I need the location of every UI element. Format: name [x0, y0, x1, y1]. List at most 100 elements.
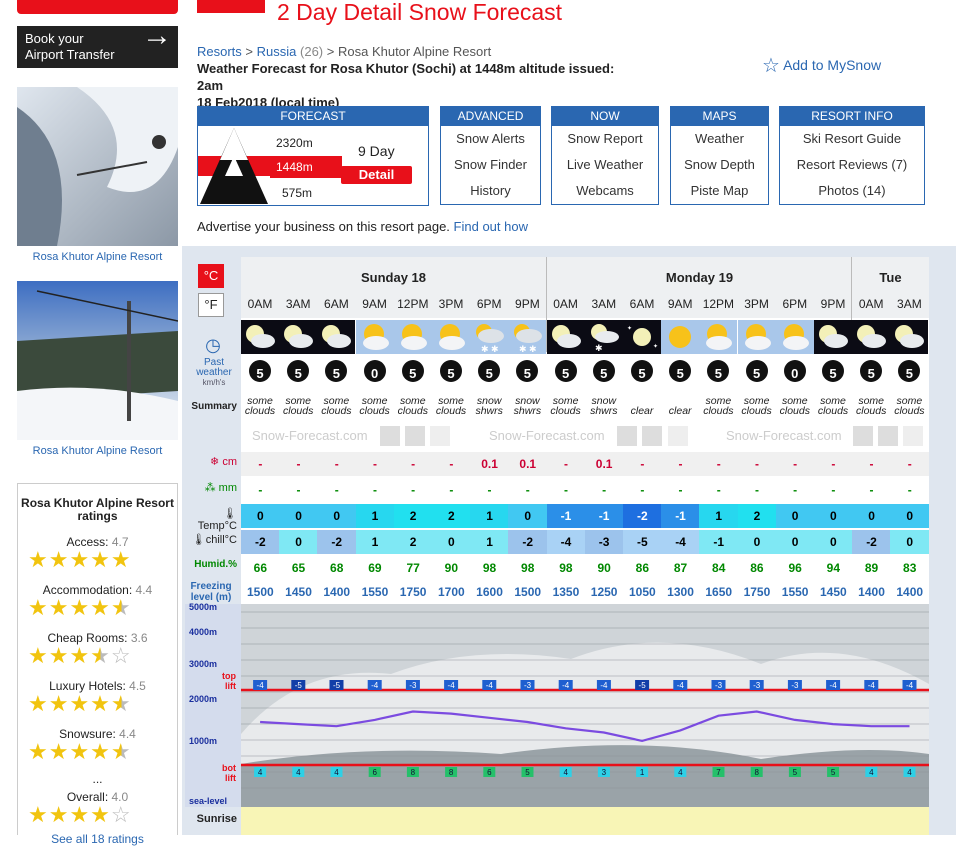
weather-moon-cloud-icon: [546, 320, 585, 354]
freezing-value: 1500: [508, 580, 548, 604]
share-icon[interactable]: [405, 426, 425, 446]
share-icon[interactable]: [380, 426, 400, 446]
time-label: 0AM: [858, 297, 884, 311]
resort-photo-chairlift[interactable]: [17, 281, 178, 440]
time-label: 9PM: [515, 297, 540, 311]
forecast-menu: FORECAST 2320m 1448m 575m 9 Day Detail: [197, 106, 429, 206]
breadcrumb: Resorts > Russia (26) > Rosa Khutor Alpi…: [197, 44, 491, 59]
find-out-how-link[interactable]: Find out how: [454, 219, 528, 234]
advanced-menu-header: ADVANCED: [441, 107, 540, 126]
snow-value: -: [355, 452, 395, 476]
menu-item-resort-reviews-7[interactable]: Resort Reviews (7): [780, 152, 924, 178]
resort-photo-skier[interactable]: [17, 87, 178, 246]
thermometer-icon: 🌡: [191, 534, 206, 546]
wind-arrow-icon: 0: [776, 360, 814, 386]
rating-stars: ★★★★★: [28, 547, 132, 572]
menu-item-history[interactable]: History: [441, 178, 540, 204]
day-label: Monday 19: [665, 270, 734, 285]
snow-value: -: [393, 452, 433, 476]
share-icon[interactable]: [853, 426, 873, 446]
temp-value: 0: [814, 504, 853, 528]
ratings-list: Access: 4.7 ★★★★★ Accommodation: 4.4 ★★★★★ C…: [18, 535, 177, 763]
chill-value: 1: [355, 530, 395, 554]
axis-label: 3000m: [189, 659, 218, 669]
top-lift-temp: -4: [486, 681, 494, 690]
menu-item-photos-14[interactable]: Photos (14): [780, 178, 924, 204]
humid-value: 90: [432, 556, 471, 580]
temp-value: 0: [317, 504, 357, 528]
menu-item-snow-depth[interactable]: Snow Depth: [671, 152, 768, 178]
snowflake-icon[interactable]: [430, 426, 450, 446]
summary-text: some clouds: [814, 396, 852, 417]
breadcrumb-region[interactable]: Russia: [257, 44, 297, 59]
past-weather-link[interactable]: Past weather km/h's: [189, 358, 239, 388]
menu-item-weather[interactable]: Weather: [671, 126, 768, 152]
humid-value: 94: [814, 556, 853, 580]
summary-line: clouds: [321, 405, 352, 417]
menu-item-snow-finder[interactable]: Snow Finder: [441, 152, 540, 178]
breadcrumb-resort[interactable]: Rosa Khutor Alpine Resort: [338, 44, 491, 59]
wind-speed: 5: [249, 360, 271, 382]
airport-transfer-banner[interactable]: Book your Airport Transfer →: [17, 21, 178, 68]
temp-value: 1: [699, 504, 739, 528]
freezing-value: 1050: [623, 580, 662, 604]
menu-item-piste-map[interactable]: Piste Map: [671, 178, 768, 204]
temp-value: 0: [775, 504, 815, 528]
photo-caption-2[interactable]: Rosa Khutor Alpine Resort: [17, 445, 178, 457]
photo-caption-1[interactable]: Rosa Khutor Alpine Resort: [17, 251, 178, 263]
bot-lift-label: bot lift: [222, 763, 236, 783]
menu-item-ski-resort-guide[interactable]: Ski Resort Guide: [780, 126, 924, 152]
wind-speed: 5: [287, 360, 310, 382]
freezing-value: 1650: [699, 580, 739, 604]
fahrenheit-toggle[interactable]: °F: [198, 293, 224, 317]
summary-line: clouds: [741, 405, 772, 417]
share-icon[interactable]: [878, 426, 898, 446]
celsius-toggle[interactable]: °C: [198, 264, 224, 288]
past-weather-clock-icon[interactable]: ◷: [199, 335, 227, 356]
temp-value: 0: [508, 504, 548, 528]
altitude-bot[interactable]: 575m: [282, 186, 312, 200]
summary-text: some clouds: [241, 396, 279, 417]
humid-value: 98: [546, 556, 586, 580]
detail-button[interactable]: Detail: [341, 166, 412, 184]
rain-value: -: [508, 478, 548, 502]
snowflake-icon[interactable]: [668, 426, 688, 446]
weather-moon-cloud-icon: [279, 320, 318, 354]
time-label: 9AM: [667, 297, 693, 311]
bot-lift-temp: 4: [258, 768, 263, 777]
summary-line: clouds: [779, 405, 810, 417]
summary-line: clouds: [894, 405, 925, 417]
summary-line: clouds: [550, 405, 581, 417]
see-all-ratings-link[interactable]: See all 18 ratings: [18, 832, 177, 846]
freezing-level-chart: -4 -5 -5 -4 -3 -4 -4 -3 -4 -4 -5 -4 -3 -3 -3 -4 -4 -4 4 4 4 6…: [241, 604, 929, 807]
chill-value: 0: [890, 530, 930, 554]
nine-day-link[interactable]: 9 Day: [358, 143, 395, 159]
altitude-top[interactable]: 2320m: [276, 136, 313, 150]
top-red-banner[interactable]: [17, 0, 178, 14]
rain-value: -: [241, 478, 280, 502]
rain-value: -: [890, 478, 930, 502]
now-menu: NOW Snow Report Live Weather Webcams: [551, 106, 659, 205]
menu-item-snow-report[interactable]: Snow Report: [552, 126, 658, 152]
wind-speed: 5: [478, 360, 501, 382]
menu-item-live-weather[interactable]: Live Weather: [552, 152, 658, 178]
menu-item-snow-alerts[interactable]: Snow Alerts: [441, 126, 540, 152]
time-label: 9PM: [820, 297, 846, 311]
bot-lift-temp: 4: [296, 768, 301, 777]
maps-menu-header: MAPS: [671, 107, 768, 126]
freezing-value: 1550: [775, 580, 815, 604]
menu-item-webcams[interactable]: Webcams: [552, 178, 658, 204]
rain-value: -: [661, 478, 700, 502]
wind-arrow-icon: 5: [661, 360, 699, 386]
watermark: Snow-Forecast.com: [726, 428, 842, 443]
snowflake-icon[interactable]: [903, 426, 923, 446]
altitude-mid[interactable]: 1448m: [270, 156, 342, 178]
time-label: 6AM: [629, 297, 655, 311]
share-icon[interactable]: [617, 426, 637, 446]
humid-value: 96: [775, 556, 815, 580]
breadcrumb-resorts[interactable]: Resorts: [197, 44, 242, 59]
freezing-value: 1300: [661, 580, 700, 604]
add-to-mysnow-button[interactable]: ☆ Add to MySnow: [762, 53, 881, 78]
share-icon[interactable]: [642, 426, 662, 446]
sunrise-label: Sunrise: [196, 813, 237, 825]
